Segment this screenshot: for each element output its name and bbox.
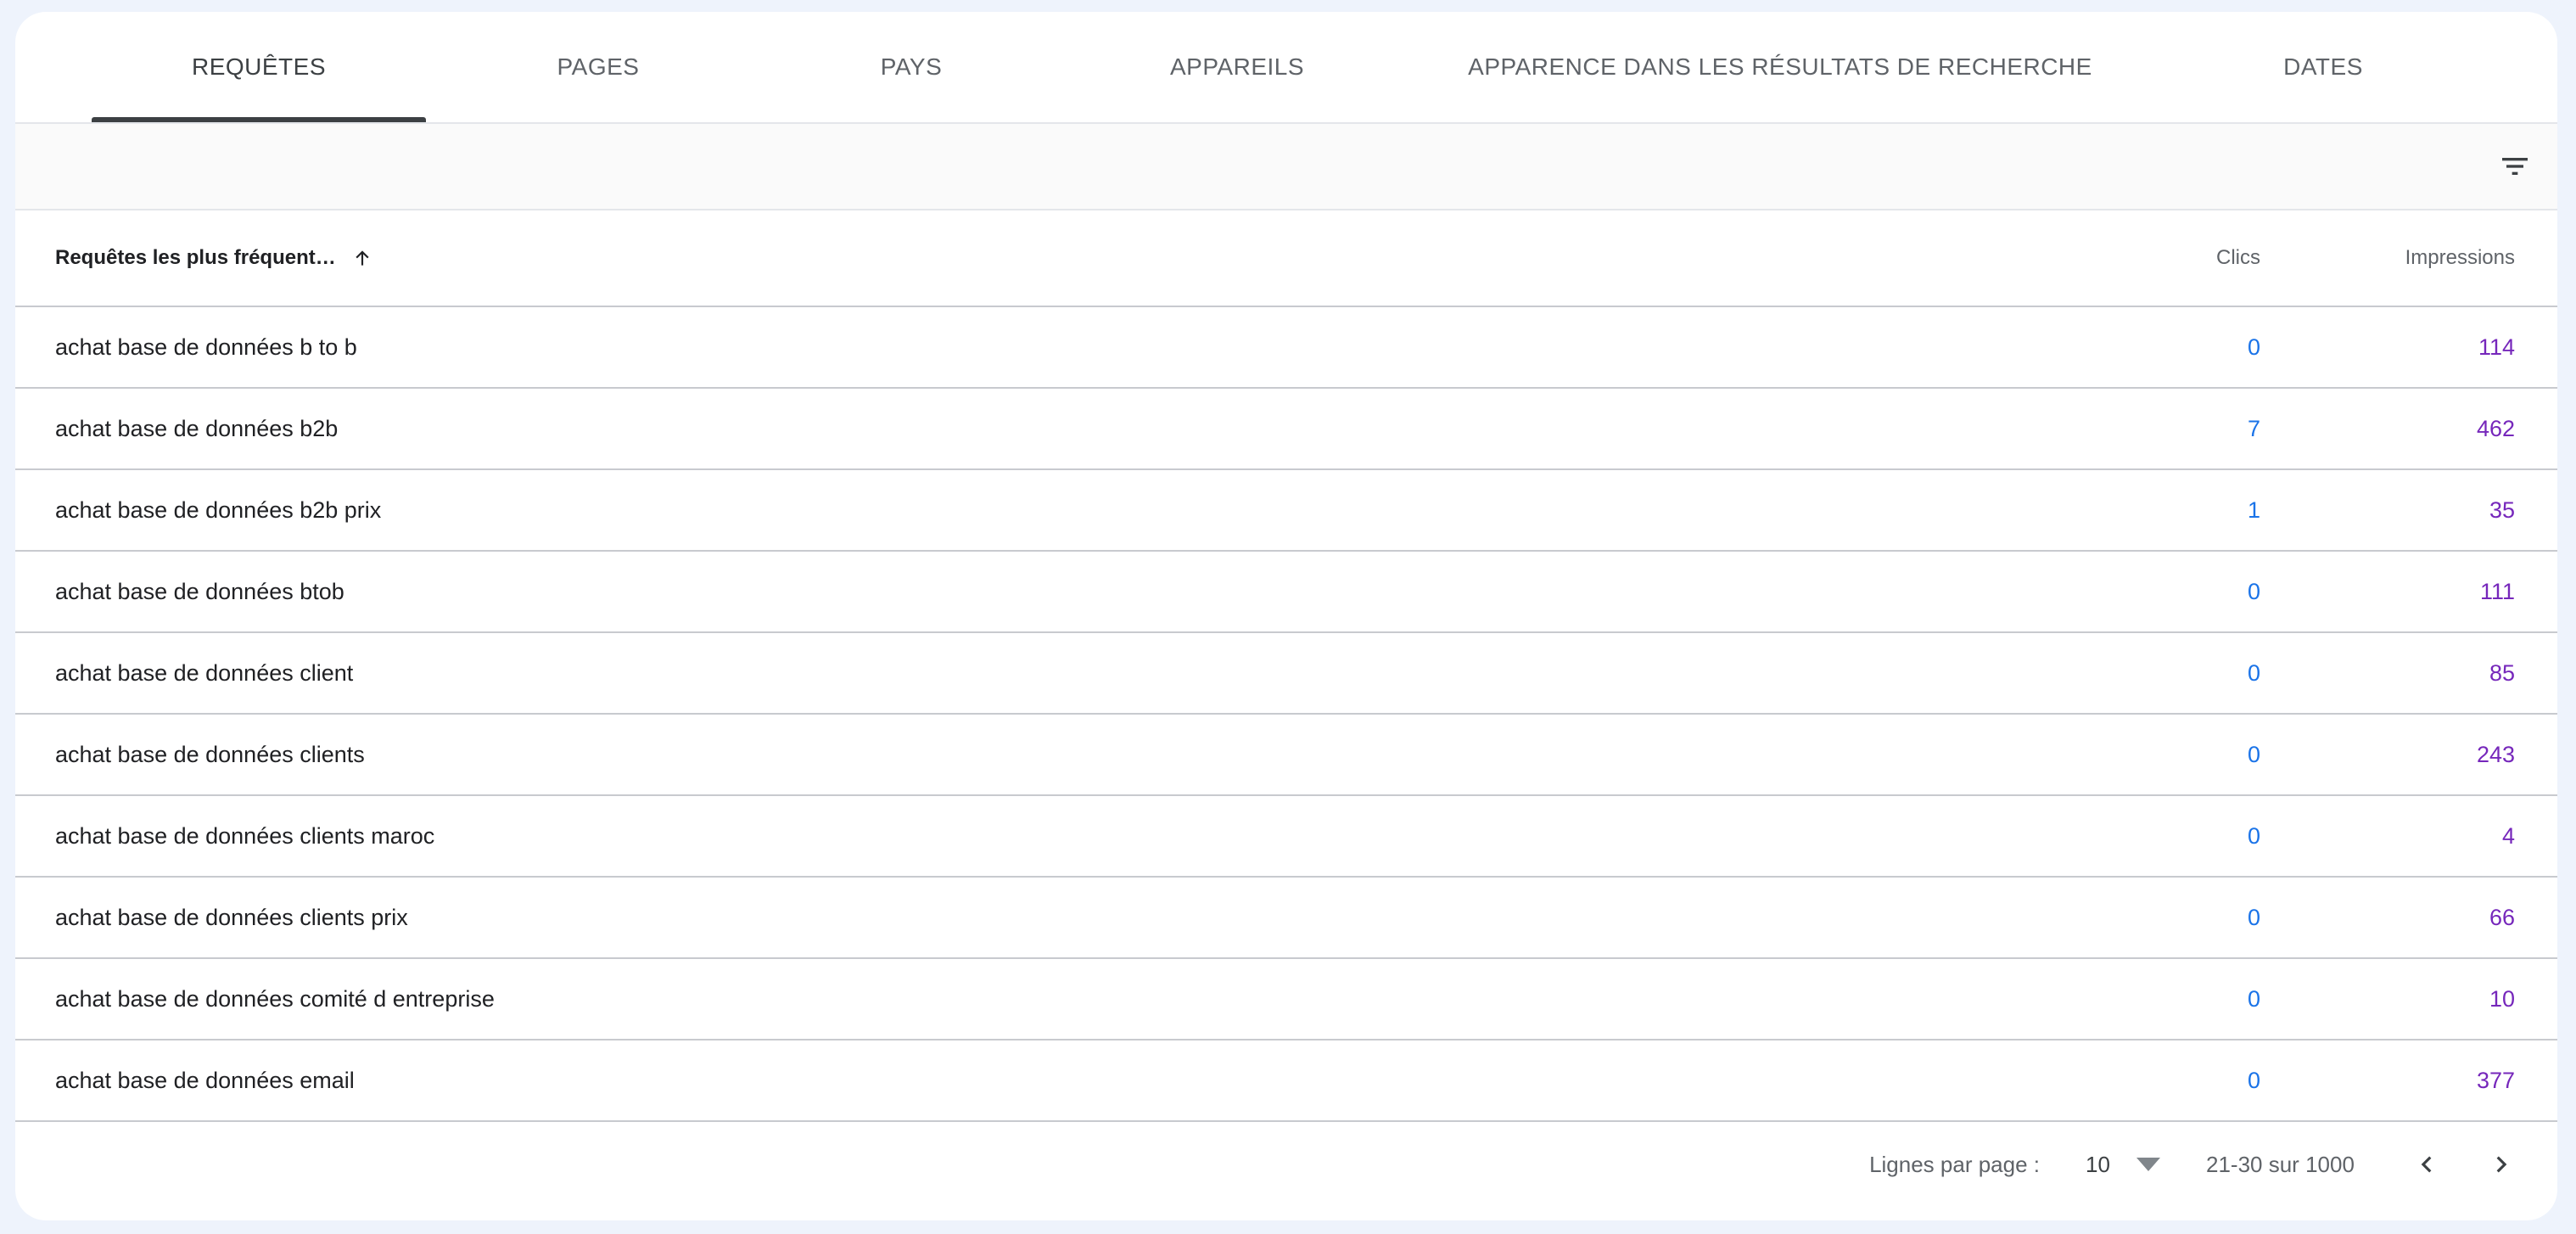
query-cell: achat base de données comité d entrepris… — [55, 985, 495, 1012]
rows-per-page-select[interactable]: 10 — [2072, 1141, 2174, 1188]
table-row[interactable]: achat base de données client 0 85 — [15, 633, 2557, 715]
pagination-bar: Lignes par page : 10 21-30 sur 1000 — [15, 1122, 2557, 1207]
tab-appareils[interactable]: APPAREILS — [1110, 12, 1364, 122]
impressions-cell: 66 — [2489, 904, 2515, 930]
impressions-cell: 111 — [2479, 578, 2515, 604]
impressions-cell: 114 — [2478, 334, 2515, 360]
impressions-cell: 10 — [2489, 985, 2515, 1012]
clics-cell: 1 — [2247, 496, 2260, 523]
dimension-tabs: REQUÊTES PAGES PAYS APPAREILS APPARENCE … — [15, 12, 2557, 124]
caret-down-icon — [2136, 1158, 2160, 1171]
table-row[interactable]: achat base de données clients maroc 0 4 — [15, 796, 2557, 878]
filter-icon[interactable] — [2498, 149, 2532, 183]
tab-pays[interactable]: PAYS — [813, 12, 1010, 122]
impressions-cell: 35 — [2489, 496, 2515, 523]
clics-cell: 0 — [2247, 985, 2260, 1012]
clics-cell: 0 — [2247, 659, 2260, 686]
table-row[interactable]: achat base de données clients prix 0 66 — [15, 878, 2557, 959]
active-tab-indicator — [92, 117, 426, 122]
query-cell: achat base de données b2b prix — [55, 496, 382, 523]
clics-cell: 0 — [2247, 741, 2260, 767]
table-row[interactable]: achat base de données clients 0 243 — [15, 715, 2557, 796]
clics-cell: 0 — [2247, 1067, 2260, 1093]
query-cell: achat base de données b to b — [55, 334, 357, 360]
next-page-button[interactable] — [2481, 1144, 2522, 1185]
query-cell: achat base de données email — [55, 1067, 355, 1093]
query-cell: achat base de données clients — [55, 741, 365, 767]
chevron-left-icon — [2421, 1156, 2432, 1173]
clics-cell: 0 — [2247, 822, 2260, 849]
tab-pages[interactable]: PAGES — [490, 12, 706, 122]
table-row[interactable]: achat base de données comité d entrepris… — [15, 959, 2557, 1040]
clics-cell: 0 — [2247, 904, 2260, 930]
tab-requetes[interactable]: REQUÊTES — [92, 12, 426, 122]
query-cell: achat base de données clients prix — [55, 904, 408, 930]
tab-apparence-resultats[interactable]: APPARENCE DANS LES RÉSULTATS DE RECHERCH… — [1458, 12, 2103, 122]
table-row[interactable]: achat base de données email 0 377 — [15, 1040, 2557, 1122]
column-header-query-label: Requêtes les plus fréquent… — [55, 246, 336, 269]
table-row[interactable]: achat base de données b2b 7 462 — [15, 389, 2557, 470]
table-row[interactable]: achat base de données b to b 0 114 — [15, 307, 2557, 389]
pagination-range: 21-30 sur 1000 — [2206, 1151, 2355, 1177]
column-header-impressions[interactable]: Impressions — [2405, 210, 2515, 306]
performance-table-card: REQUÊTES PAGES PAYS APPAREILS APPARENCE … — [15, 12, 2557, 1220]
query-cell: achat base de données btob — [55, 578, 344, 604]
impressions-cell: 85 — [2489, 659, 2515, 686]
query-cell: achat base de données b2b — [55, 415, 339, 441]
table-row[interactable]: achat base de données btob 0 111 — [15, 552, 2557, 633]
rows-per-page-label: Lignes par page : — [1869, 1151, 2040, 1177]
rows-per-page-value: 10 — [2086, 1151, 2110, 1177]
column-header-query[interactable]: Requêtes les plus fréquent… — [55, 210, 373, 306]
query-cell: achat base de données client — [55, 659, 354, 686]
chevron-right-icon — [2496, 1156, 2507, 1173]
clics-cell: 0 — [2247, 334, 2260, 360]
impressions-cell: 462 — [2476, 415, 2515, 441]
clics-cell: 7 — [2247, 415, 2260, 441]
column-header-clics[interactable]: Clics — [2216, 210, 2260, 306]
table-row[interactable]: achat base de données b2b prix 1 35 — [15, 470, 2557, 552]
arrow-up-icon[interactable] — [351, 247, 373, 269]
impressions-cell: 4 — [2501, 822, 2515, 849]
previous-page-button[interactable] — [2406, 1144, 2447, 1185]
query-cell: achat base de données clients maroc — [55, 822, 435, 849]
filter-bar — [15, 124, 2557, 210]
clics-cell: 0 — [2247, 578, 2260, 604]
table-header: Requêtes les plus fréquent… Clics Impres… — [15, 210, 2557, 307]
tab-dates[interactable]: DATES — [2204, 12, 2442, 122]
impressions-cell: 243 — [2476, 741, 2515, 767]
impressions-cell: 377 — [2476, 1067, 2515, 1093]
